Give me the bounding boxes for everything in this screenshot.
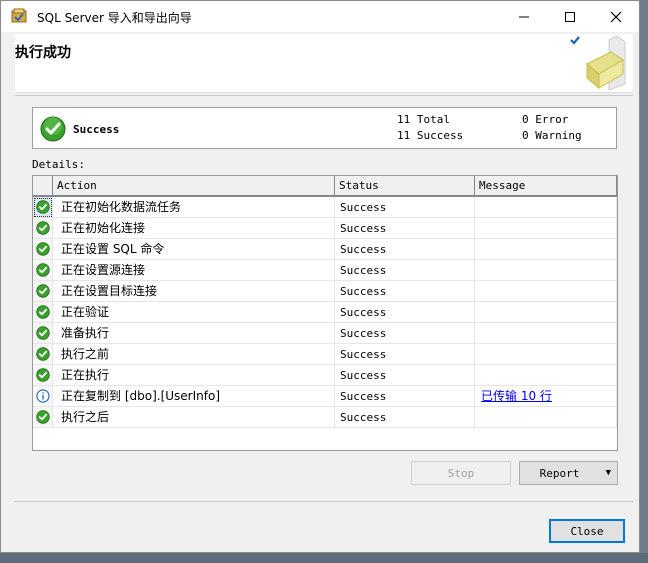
status-column-header[interactable]: Status — [335, 176, 475, 197]
message-cell — [475, 323, 617, 344]
status-cell: Success — [335, 323, 475, 344]
message-cell — [475, 197, 617, 218]
close-button-label: Close — [570, 524, 604, 538]
table-row[interactable]: 正在执行 Success — [33, 365, 617, 386]
table-row[interactable]: 正在设置 SQL 命令 Success — [33, 239, 617, 260]
page-title: 执行成功 — [15, 45, 71, 61]
action-cell: 正在初始化连接 — [53, 218, 335, 239]
close-button[interactable]: Close — [549, 519, 625, 543]
minimize-icon — [519, 16, 529, 17]
wizard-window: SQL Server 导入和导出向导 执行成功 Success 11 Total — [0, 0, 640, 553]
message-cell — [475, 344, 617, 365]
summary-total: 11 Total — [397, 113, 450, 126]
success-icon — [33, 344, 53, 365]
wizard-banner-icon — [570, 35, 626, 91]
action-cell: 正在设置源连接 — [53, 260, 335, 281]
table-row[interactable]: 正在初始化数据流任务 Success — [33, 197, 617, 218]
message-column-header[interactable]: Message — [475, 176, 617, 197]
status-cell: Success — [335, 407, 475, 428]
success-icon — [33, 260, 53, 281]
message-cell — [475, 302, 617, 323]
action-column-header[interactable]: Action — [53, 176, 335, 197]
details-grid[interactable]: Action Status Message 正在初始化数据流任务 Success 正… — [32, 175, 618, 451]
success-icon — [33, 407, 53, 428]
success-icon — [33, 365, 53, 386]
success-icon — [33, 281, 53, 302]
summary-success-count: 11 Success — [397, 129, 464, 142]
message-cell — [475, 218, 617, 239]
action-cell: 准备执行 — [53, 323, 335, 344]
minimize-button[interactable] — [501, 1, 547, 32]
table-row[interactable]: 正在验证 Success — [33, 302, 617, 323]
grid-header: Action Status Message — [33, 176, 617, 197]
details-label: Details: — [32, 158, 85, 171]
info-icon — [33, 386, 53, 407]
table-row[interactable]: 执行之后 Success — [33, 407, 617, 428]
status-cell: Success — [335, 197, 475, 218]
message-cell — [475, 407, 617, 428]
success-icon — [33, 323, 53, 344]
window-title: SQL Server 导入和导出向导 — [37, 11, 192, 25]
success-icon — [33, 302, 53, 323]
summary-status: Success — [73, 123, 120, 136]
stop-button-label: Stop — [447, 466, 475, 480]
close-window-button[interactable] — [593, 1, 639, 32]
table-row[interactable]: 正在复制到 [dbo].[UserInfo] Success 已传输 10 行 — [33, 386, 617, 407]
message-cell: 已传输 10 行 — [475, 386, 617, 407]
stop-button[interactable]: Stop — [411, 461, 511, 485]
action-cell: 执行之后 — [53, 407, 335, 428]
action-cell: 正在复制到 [dbo].[UserInfo] — [53, 386, 335, 407]
success-icon — [33, 218, 53, 239]
success-large-icon — [40, 116, 66, 142]
summary-warning-count: 0 Warning — [522, 129, 582, 142]
success-icon — [33, 239, 53, 260]
status-cell: Success — [335, 365, 475, 386]
action-cell: 正在验证 — [53, 302, 335, 323]
maximize-button[interactable] — [547, 1, 593, 32]
dropdown-arrow-icon: ▼ — [605, 468, 611, 478]
table-row[interactable]: 准备执行 Success — [33, 323, 617, 344]
page-header: 执行成功 — [15, 34, 633, 93]
header-divider — [15, 95, 633, 96]
status-cell: Success — [335, 281, 475, 302]
action-cell: 正在设置目标连接 — [53, 281, 335, 302]
status-cell: Success — [335, 344, 475, 365]
message-cell — [475, 365, 617, 386]
table-row[interactable]: 正在设置源连接 Success — [33, 260, 617, 281]
message-cell — [475, 281, 617, 302]
report-button[interactable]: Report ▼ — [519, 461, 618, 485]
report-button-label: Report — [539, 466, 580, 480]
sql-server-app-icon — [11, 8, 27, 23]
table-row[interactable]: 正在初始化连接 Success — [33, 218, 617, 239]
status-cell: Success — [335, 218, 475, 239]
rows-transferred-link[interactable]: 已传输 10 行 — [481, 389, 552, 403]
message-cell — [475, 260, 617, 281]
desktop-background — [0, 553, 648, 563]
close-icon — [610, 11, 622, 22]
title-bar[interactable]: SQL Server 导入和导出向导 — [1, 1, 639, 32]
status-cell: Success — [335, 239, 475, 260]
action-cell: 执行之前 — [53, 344, 335, 365]
table-row[interactable]: 正在设置目标连接 Success — [33, 281, 617, 302]
summary-error-count: 0 Error — [522, 113, 569, 126]
status-cell: Success — [335, 260, 475, 281]
status-cell: Success — [335, 386, 475, 407]
icon-column-header[interactable] — [33, 176, 53, 197]
action-cell: 正在执行 — [53, 365, 335, 386]
maximize-icon — [565, 11, 575, 22]
execution-summary-panel: Success 11 Total 11 Success 0 Error 0 Wa… — [32, 107, 617, 149]
action-cell: 正在初始化数据流任务 — [53, 197, 335, 218]
footer-divider — [15, 501, 633, 502]
table-row[interactable]: 执行之前 Success — [33, 344, 617, 365]
action-cell: 正在设置 SQL 命令 — [53, 239, 335, 260]
success-icon — [33, 197, 53, 218]
status-cell: Success — [335, 302, 475, 323]
message-cell — [475, 239, 617, 260]
